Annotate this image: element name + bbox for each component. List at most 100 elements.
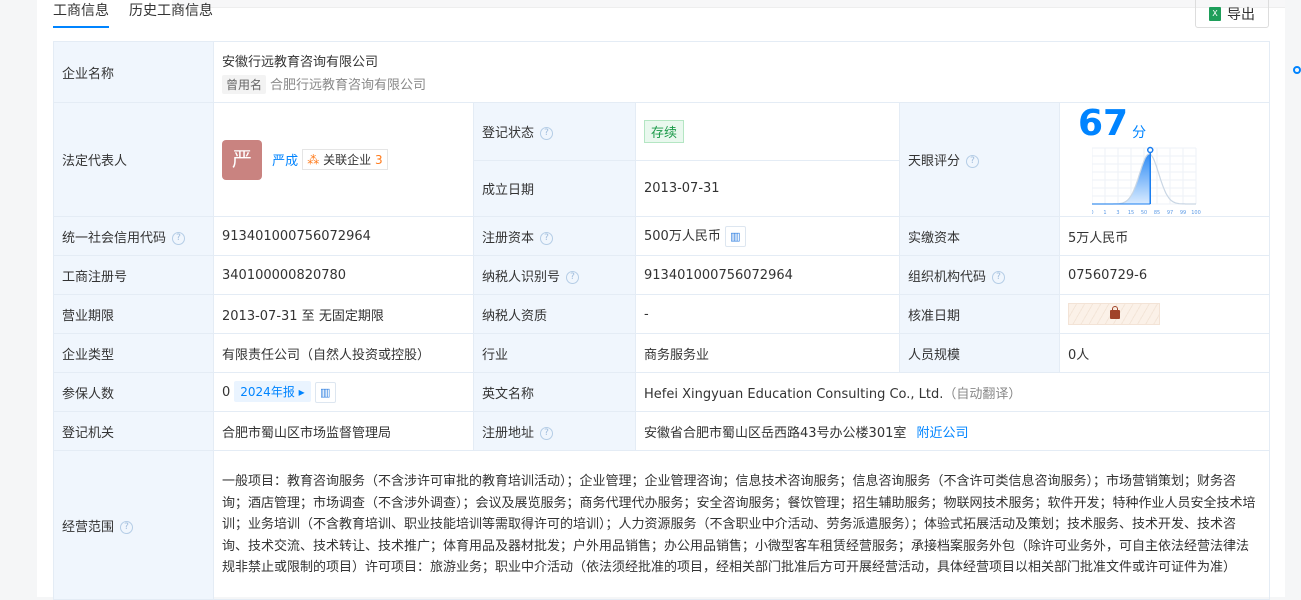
company-name-cell: 安徽行远教育咨询有限公司 曾用名 合肥行远教育咨询有限公司 xyxy=(212,41,1271,103)
field-value: 商务服务业 xyxy=(635,333,900,373)
help-icon[interactable]: ? xyxy=(172,231,186,245)
field-value: - xyxy=(635,294,900,334)
field-value-text: 2013-07-31 至 无固定期限 xyxy=(222,308,384,324)
field-label: 企业类型 xyxy=(53,333,214,373)
english-name-label: 英文名称 xyxy=(473,372,636,412)
address-label: 注册地址? xyxy=(473,411,636,451)
score-value: 67 xyxy=(1078,103,1129,144)
tick-label: 50 xyxy=(1141,210,1147,216)
field-value: 0人 xyxy=(1058,333,1271,373)
field-label: 营业期限 xyxy=(53,294,214,334)
top-bar xyxy=(172,0,1285,8)
field-label-text: 行业 xyxy=(482,347,509,363)
help-icon[interactable]: ? xyxy=(966,155,980,168)
field-label: 注册资本? xyxy=(473,216,636,256)
reg-status-cell: 存续 xyxy=(635,102,900,161)
field-value: 913401000756072964 xyxy=(635,255,900,295)
field-value: 有限责任公司（自然人投资或控股） xyxy=(213,333,474,373)
address-cell: 安徽省合肥市蜀山区岳西路43号办公楼301室 附近公司 xyxy=(634,411,1271,451)
tick-label: 100 xyxy=(1191,210,1201,216)
help-icon[interactable]: ? xyxy=(992,270,1006,284)
field-value-text: 有限责任公司（自然人投资或控股） xyxy=(222,347,431,363)
field-value: 2013-07-31 至 无固定期限 xyxy=(213,294,474,334)
tick-label: 0 xyxy=(1092,210,1094,216)
avatar[interactable]: 严 xyxy=(222,139,262,180)
company-name-label: 企业名称 xyxy=(53,41,214,103)
field-label: 人员规模 xyxy=(899,333,1060,373)
field-label-text: 纳税人资质 xyxy=(482,308,548,324)
former-name-tag: 曾用名 xyxy=(222,74,267,94)
field-label-text: 纳税人识别号 xyxy=(482,269,561,285)
related-count: 3 xyxy=(374,153,383,167)
field-label: 实缴资本 xyxy=(899,216,1060,256)
field-value-text: 913401000756072964 xyxy=(644,267,793,283)
annual-report-text: 2024年报 xyxy=(240,385,295,399)
english-name-cell: Hefei Xingyuan Education Consulting Co.,… xyxy=(634,372,1271,412)
tab-history-business-info[interactable]: 历史工商信息 xyxy=(129,0,213,28)
field-label: 组织机构代码? xyxy=(899,255,1060,295)
help-icon[interactable]: ? xyxy=(540,426,554,440)
field-label: 纳税人资质 xyxy=(473,294,636,334)
field-label: 统一社会信用代码? xyxy=(53,216,214,256)
field-value: 07560729-6 xyxy=(1058,255,1271,295)
authority-label: 登记机关 xyxy=(53,411,214,451)
field-label: 纳税人识别号? xyxy=(473,255,636,295)
tianyan-label-text: 天眼评分 xyxy=(908,154,961,169)
score-marker xyxy=(1146,146,1154,154)
score-unit: 分 xyxy=(1132,125,1147,141)
business-info-table: 企业名称 安徽行远教育咨询有限公司 曾用名 合肥行远教育咨询有限公司 法定代表人 … xyxy=(53,41,1271,600)
address-label-text: 注册地址 xyxy=(482,425,535,441)
tab-bar: 工商信息 历史工商信息 xyxy=(53,0,213,28)
legal-rep-name-link[interactable]: 严成 xyxy=(272,154,298,169)
field-label-text: 组织机构代码 xyxy=(908,269,987,285)
field-value-text: 商务服务业 xyxy=(644,347,710,363)
field-label-text: 人员规模 xyxy=(908,347,961,363)
reg-status-label: 登记状态? xyxy=(473,102,636,161)
tianyan-score-label: 天眼评分? xyxy=(899,102,1060,217)
field-value-text: 0人 xyxy=(1068,347,1090,363)
reg-status-label-text: 登记状态 xyxy=(482,125,535,141)
field-value-text: - xyxy=(644,306,649,322)
tick-label: 1 xyxy=(1103,210,1106,216)
tab-business-info[interactable]: 工商信息 xyxy=(53,0,109,28)
help-icon[interactable]: ? xyxy=(540,231,554,245)
network-icon: ⁂ xyxy=(307,153,320,167)
insured-cell: 0 2024年报 ▸ ▥ xyxy=(213,372,474,412)
field-value: 5万人民币 xyxy=(1058,216,1271,256)
field-label: 工商注册号 xyxy=(53,255,214,295)
scope-label: 经营范围? xyxy=(53,450,214,600)
annual-report-link[interactable]: 2024年报 ▸ xyxy=(234,381,311,402)
legal-rep-label: 法定代表人 xyxy=(53,102,214,217)
field-value: 913401000756072964 xyxy=(213,216,474,256)
export-label: 导出 xyxy=(1227,7,1255,23)
authority-value: 合肥市蜀山区市场监督管理局 xyxy=(213,411,474,451)
company-name: 安徽行远教育咨询有限公司 xyxy=(222,54,379,70)
chart-icon[interactable]: ▥ xyxy=(724,226,746,247)
nearby-companies-link[interactable]: 附近公司 xyxy=(917,426,969,441)
table-row: 营业期限 2013-07-31 至 无固定期限 纳税人资质 - 核准日期 xyxy=(53,294,1271,334)
field-value-text: 07560729-6 xyxy=(1068,267,1148,283)
help-icon[interactable]: ? xyxy=(540,126,554,140)
help-icon[interactable]: ? xyxy=(120,520,134,534)
field-label-text: 实缴资本 xyxy=(908,230,961,246)
business-scope: 一般项目：教育咨询服务（不含涉许可审批的教育培训活动）；企业管理；企业管理咨询；… xyxy=(212,450,1271,600)
field-value xyxy=(1058,294,1271,334)
chart-icon[interactable]: ▥ xyxy=(314,382,336,403)
related-companies-button[interactable]: ⁂ 关联企业 3 xyxy=(302,149,388,170)
field-label: 行业 xyxy=(473,333,636,373)
field-value-text: 340100000820780 xyxy=(222,267,347,283)
side-indicator-icon[interactable] xyxy=(1293,66,1301,74)
tianyan-score-cell[interactable]: 67分 0 1 3 15 50 85 97 99 100 xyxy=(1058,102,1271,217)
tick-label: 97 xyxy=(1167,210,1173,216)
export-button[interactable]: X 导出 xyxy=(1195,0,1269,28)
field-label: 核准日期 xyxy=(899,294,1060,334)
former-name: 合肥行远教育咨询有限公司 xyxy=(270,77,427,93)
vip-locked-value[interactable] xyxy=(1068,303,1160,325)
field-value: 500万人民币 ▥ xyxy=(635,216,900,256)
tick-label: 99 xyxy=(1180,210,1186,216)
help-icon[interactable]: ? xyxy=(566,270,580,284)
found-date-value: 2013-07-31 xyxy=(635,159,900,218)
auto-translate-note: （自动翻译） xyxy=(943,386,1022,402)
field-value-text: 5万人民币 xyxy=(1068,230,1129,246)
field-label-text: 营业期限 xyxy=(62,308,115,324)
